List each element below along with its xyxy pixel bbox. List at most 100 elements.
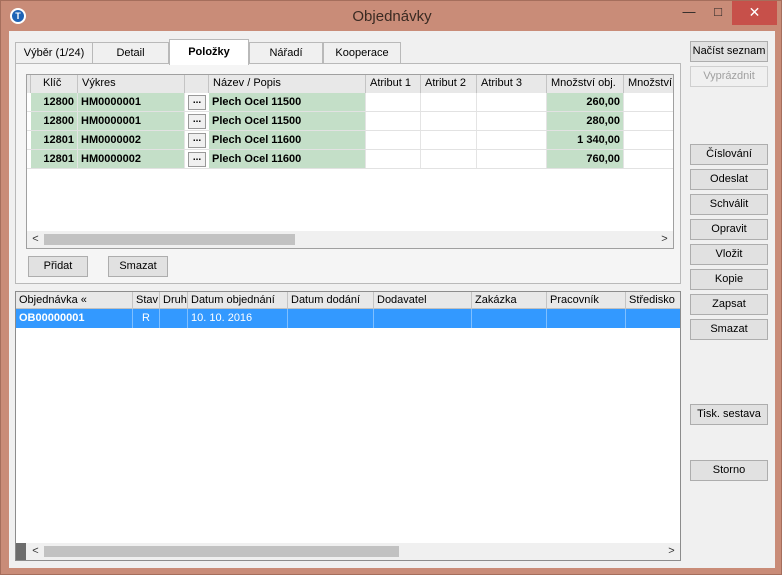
column-header-attribute-1[interactable]: Atribut 1 xyxy=(366,75,421,93)
items-grid: Klíč Výkres Název / Popis Atribut 1 Atri… xyxy=(26,74,674,249)
approve-button[interactable]: Schválit xyxy=(690,194,768,215)
tab-cooperation[interactable]: Kooperace xyxy=(323,42,401,64)
lookup-button[interactable]: ... xyxy=(188,114,206,129)
items-horizontal-scrollbar[interactable]: < > xyxy=(27,231,673,248)
cell-attribute-3[interactable] xyxy=(477,112,547,130)
column-header-job[interactable]: Zakázka xyxy=(472,292,547,309)
delete-button[interactable]: Smazat xyxy=(690,319,768,340)
cell-key[interactable]: 12800 xyxy=(31,112,78,130)
cell-drawing[interactable]: HM0000001 xyxy=(78,112,185,130)
cell-order-date[interactable]: 10. 10. 2016 xyxy=(188,309,288,328)
cell-drawing[interactable]: HM0000001 xyxy=(78,93,185,111)
cell-attribute-1[interactable] xyxy=(366,131,421,149)
column-header-qty[interactable]: Množství xyxy=(624,75,673,93)
orders-window: T Objednávky — □ ✕ Výběr (1/24) Detail P… xyxy=(0,0,782,575)
send-button[interactable]: Odeslat xyxy=(690,169,768,190)
column-header-attribute-2[interactable]: Atribut 2 xyxy=(421,75,477,93)
fix-button[interactable]: Opravit xyxy=(690,219,768,240)
column-header-status[interactable]: Stav xyxy=(133,292,160,309)
copy-button[interactable]: Kopie xyxy=(690,269,768,290)
cell-type[interactable] xyxy=(160,309,188,328)
lookup-button[interactable]: ... xyxy=(188,95,206,110)
column-header-name[interactable]: Název / Popis xyxy=(209,75,366,93)
lookup-button[interactable]: ... xyxy=(188,133,206,148)
cell-attribute-1[interactable] xyxy=(366,93,421,111)
scroll-thumb[interactable] xyxy=(44,546,399,557)
cell-key[interactable]: 12800 xyxy=(31,93,78,111)
orders-horizontal-scrollbar[interactable]: < > xyxy=(16,543,680,560)
scroll-thumb[interactable] xyxy=(44,234,295,245)
scroll-left-icon[interactable]: < xyxy=(27,543,44,560)
maximize-icon[interactable]: □ xyxy=(704,1,732,25)
column-header-drawing[interactable]: Výkres xyxy=(78,75,185,93)
tab-selection[interactable]: Výběr (1/24) xyxy=(15,42,93,64)
scroll-left-icon[interactable]: < xyxy=(27,231,44,248)
table-row[interactable]: 12801 HM0000002 ... Plech Ocel 11600 1 3… xyxy=(27,131,673,150)
cell-attribute-1[interactable] xyxy=(366,150,421,168)
column-header-center[interactable]: Středisko xyxy=(626,292,680,309)
cell-order[interactable]: OB00000001 xyxy=(16,309,133,328)
table-row[interactable]: 12801 HM0000002 ... Plech Ocel 11600 760… xyxy=(27,150,673,169)
cell-supplier[interactable] xyxy=(374,309,472,328)
cell-ordered-qty[interactable]: 260,00 xyxy=(547,93,624,111)
cancel-button[interactable]: Storno xyxy=(690,460,768,481)
cell-attribute-3[interactable] xyxy=(477,93,547,111)
tab-detail[interactable]: Detail xyxy=(92,42,169,64)
column-header-type[interactable]: Druh xyxy=(160,292,188,309)
column-header-order[interactable]: Objednávka « xyxy=(16,292,133,309)
cell-worker[interactable] xyxy=(547,309,626,328)
close-icon[interactable]: ✕ xyxy=(732,1,777,25)
delete-item-button[interactable]: Smazat xyxy=(108,256,168,277)
cell-ordered-qty[interactable]: 760,00 xyxy=(547,150,624,168)
column-header-supplier[interactable]: Dodavatel xyxy=(374,292,472,309)
table-row[interactable]: 12800 HM0000001 ... Plech Ocel 11500 280… xyxy=(27,112,673,131)
column-header-key[interactable]: Klíč xyxy=(31,75,78,93)
cell-name[interactable]: Plech Ocel 11500 xyxy=(209,93,366,111)
tab-tools[interactable]: Nářadí xyxy=(249,42,323,64)
lookup-button[interactable]: ... xyxy=(188,152,206,167)
window-title: Objednávky xyxy=(352,8,432,25)
scroll-right-icon[interactable]: > xyxy=(663,543,680,560)
table-row[interactable]: 12800 HM0000001 ... Plech Ocel 11500 260… xyxy=(27,93,673,112)
cell-attribute-2[interactable] xyxy=(421,93,477,111)
cell-name[interactable]: Plech Ocel 11600 xyxy=(209,131,366,149)
column-header-attribute-3[interactable]: Atribut 3 xyxy=(477,75,547,93)
print-report-button[interactable]: Tisk. sestava xyxy=(690,404,768,425)
cell-ordered-qty[interactable]: 1 340,00 xyxy=(547,131,624,149)
clear-button[interactable]: Vyprázdnit xyxy=(690,66,768,87)
cell-attribute-2[interactable] xyxy=(421,131,477,149)
write-button[interactable]: Zapsat xyxy=(690,294,768,315)
cell-attribute-2[interactable] xyxy=(421,112,477,130)
row-indicator xyxy=(16,543,26,560)
cell-attribute-1[interactable] xyxy=(366,112,421,130)
tab-items[interactable]: Položky xyxy=(169,39,249,65)
cell-attribute-3[interactable] xyxy=(477,131,547,149)
cell-status[interactable]: R xyxy=(133,309,160,328)
scroll-right-icon[interactable]: > xyxy=(656,231,673,248)
table-row-selected[interactable]: OB00000001 R 10. 10. 2016 xyxy=(16,309,680,328)
column-header-order-date[interactable]: Datum objednání xyxy=(188,292,288,309)
cell-key[interactable]: 12801 xyxy=(31,131,78,149)
load-list-button[interactable]: Načíst seznam xyxy=(690,41,768,62)
title-bar: T Objednávky — □ ✕ xyxy=(1,1,782,31)
cell-attribute-2[interactable] xyxy=(421,150,477,168)
cell-ordered-qty[interactable]: 280,00 xyxy=(547,112,624,130)
insert-button[interactable]: Vložit xyxy=(690,244,768,265)
cell-delivery-date[interactable] xyxy=(288,309,374,328)
cell-attribute-3[interactable] xyxy=(477,150,547,168)
cell-drawing[interactable]: HM0000002 xyxy=(78,150,185,168)
cell-drawing[interactable]: HM0000002 xyxy=(78,131,185,149)
column-header-ordered-qty[interactable]: Množství obj. xyxy=(547,75,624,93)
numbering-button[interactable]: Číslování xyxy=(690,144,768,165)
minimize-icon[interactable]: — xyxy=(675,1,703,25)
cell-name[interactable]: Plech Ocel 11600 xyxy=(209,150,366,168)
add-item-button[interactable]: Přidat xyxy=(28,256,88,277)
column-header-worker[interactable]: Pracovník xyxy=(547,292,626,309)
cell-name[interactable]: Plech Ocel 11500 xyxy=(209,112,366,130)
cell-center[interactable] xyxy=(626,309,680,328)
cell-job[interactable] xyxy=(472,309,547,328)
cell-key[interactable]: 12801 xyxy=(31,150,78,168)
column-header-button xyxy=(185,75,209,93)
column-header-delivery-date[interactable]: Datum dodání xyxy=(288,292,374,309)
orders-grid: Objednávka « Stav Druh Datum objednání D… xyxy=(15,291,681,561)
